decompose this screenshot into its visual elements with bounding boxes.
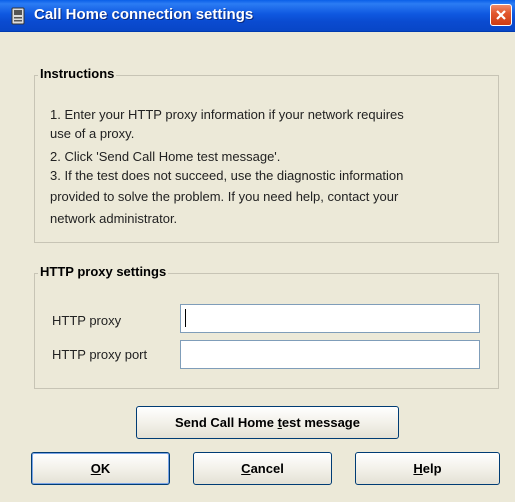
instruction-line: 3. If the test does not succeed, use the… xyxy=(50,168,404,183)
help-label-mnemonic: H xyxy=(413,461,423,476)
instructions-title: Instructions xyxy=(38,66,117,81)
http-proxy-port-input[interactable] xyxy=(180,340,480,369)
proxy-settings-title: HTTP proxy settings xyxy=(38,264,169,279)
instruction-line: use of a proxy. xyxy=(50,126,135,141)
cancel-label-mnemonic: C xyxy=(241,461,251,476)
send-test-label-part: est message xyxy=(281,415,360,430)
ok-label-part: K xyxy=(100,461,111,476)
instruction-line: 2. Click 'Send Call Home test message'. xyxy=(50,149,281,164)
send-test-message-button[interactable]: Send Call Home test message xyxy=(136,406,399,439)
http-proxy-port-label: HTTP proxy port xyxy=(52,347,148,362)
cancel-label-part: ancel xyxy=(250,461,284,476)
send-test-label-part: Send Call Home xyxy=(175,415,278,430)
instruction-line: provided to solve the problem. If you ne… xyxy=(50,189,399,204)
window-title: Call Home connection settings xyxy=(34,6,254,23)
cancel-button[interactable]: Cancel xyxy=(193,452,332,485)
app-icon xyxy=(9,7,27,25)
http-proxy-input[interactable] xyxy=(180,304,480,333)
help-button[interactable]: Help xyxy=(355,452,500,485)
title-bar[interactable]: Call Home connection settings xyxy=(0,0,515,32)
dialog-window: Call Home connection settings Instructio… xyxy=(0,0,515,502)
help-label-part: elp xyxy=(422,461,442,476)
instruction-line: network administrator. xyxy=(50,211,178,226)
ok-button[interactable]: OK xyxy=(31,452,170,485)
ok-label-mnemonic: O xyxy=(90,461,101,476)
http-proxy-label: HTTP proxy xyxy=(52,313,122,328)
close-button[interactable] xyxy=(490,4,512,26)
close-icon xyxy=(496,10,506,20)
text-caret xyxy=(185,309,186,327)
instruction-line: 1. Enter your HTTP proxy information if … xyxy=(50,107,404,122)
